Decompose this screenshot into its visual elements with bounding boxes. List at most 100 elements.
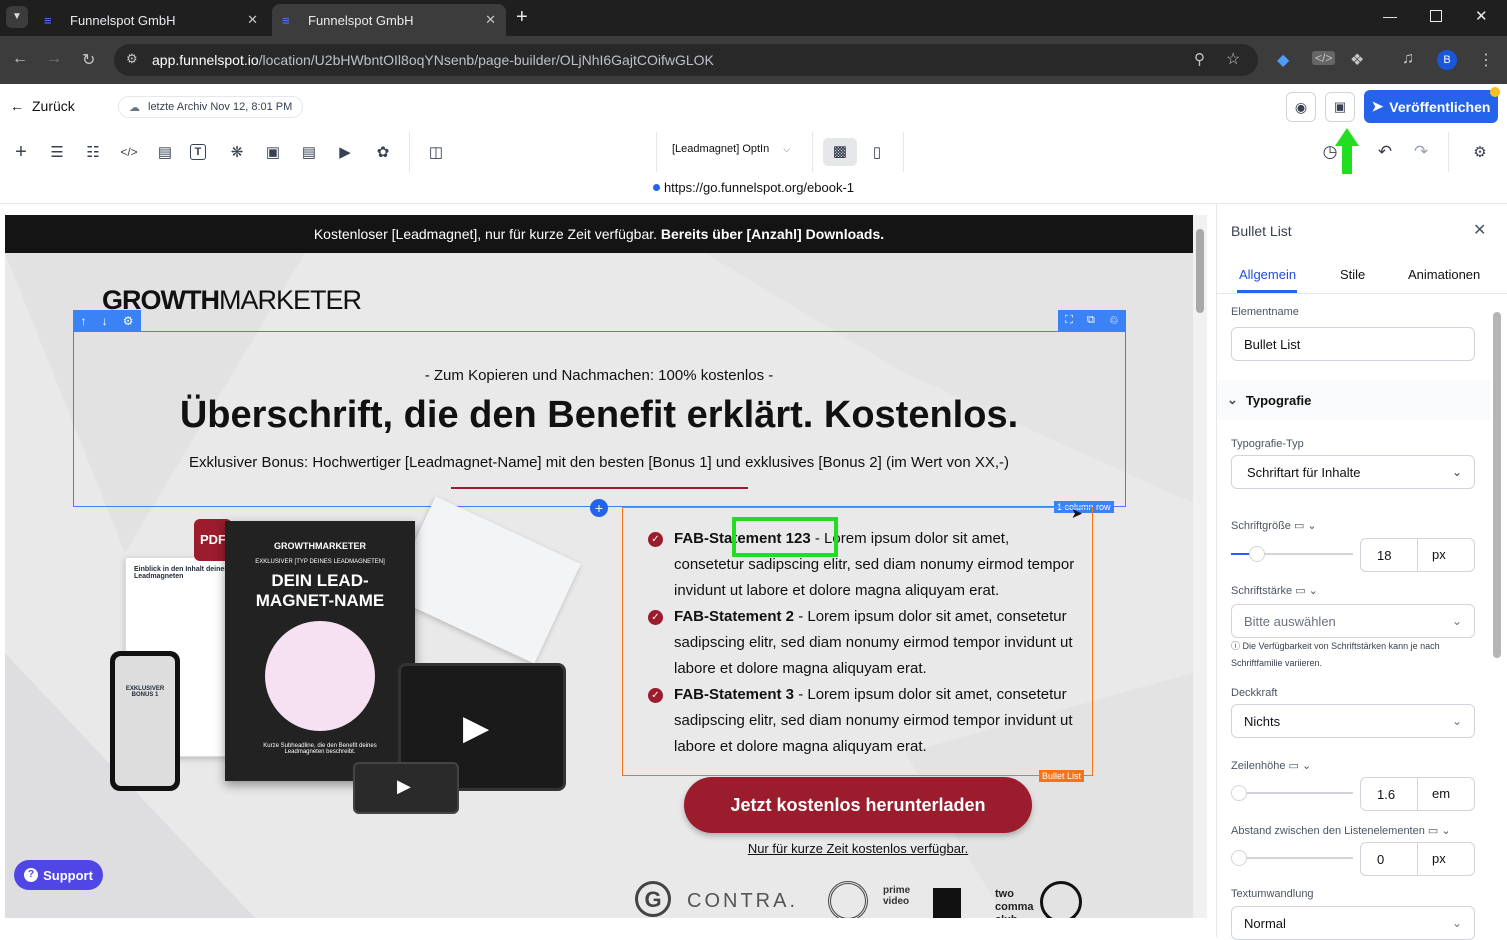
tab-search-button[interactable]: ▼ (6, 6, 28, 28)
cta-button[interactable]: Jetzt kostenlos herunterladen (684, 777, 1032, 833)
page-select[interactable]: [Leadmagnet] OptIn ⌵ (672, 143, 790, 155)
undo-icon[interactable]: ↶ (1374, 142, 1396, 162)
site-info-icon[interactable]: ⚙ (126, 51, 138, 67)
browser-tab-active[interactable]: ≡ Funnelspot GmbH ✕ (272, 4, 506, 36)
list-item[interactable]: ✓ FAB-Statement 2 - Lorem ipsum dolor si… (648, 604, 1080, 682)
deckkraft-select[interactable]: Nichts ⌄ (1231, 704, 1475, 738)
zoom-icon[interactable]: ⚲ (1194, 50, 1205, 68)
abstand-input[interactable]: 0 px (1360, 842, 1475, 876)
browser-tab[interactable]: ≡ Funnelspot GmbH ✕ (34, 4, 268, 36)
groesse-input[interactable]: 18 px (1360, 538, 1475, 572)
device-icon[interactable]: ▭ ⌄ (1294, 520, 1317, 532)
slider-knob[interactable] (1231, 850, 1247, 866)
ebook-caption: Kurze Subheadline, die den Benefit deine… (263, 743, 377, 755)
fullscreen-icon[interactable]: ⛶ (1065, 314, 1073, 327)
list-item[interactable]: ✓ FAB-Statement 3 - Lorem ipsum dolor si… (648, 682, 1080, 760)
address-bar[interactable]: ⚙ app.funnelspot.io/location/U2bHWbntOIl… (114, 44, 1258, 76)
pre-headline[interactable]: - Zum Kopieren und Nachmachen: 100% kost… (5, 367, 1193, 384)
product-mockup-image[interactable]: Einblick in den Inhalt deines Leadmagnet… (105, 496, 581, 815)
support-button[interactable]: ? Support (14, 860, 103, 890)
close-window-icon[interactable]: ✕ (1475, 7, 1488, 25)
subheadline[interactable]: Exklusiver Bonus: Hochwertiger [Leadmagn… (5, 454, 1193, 471)
reload-icon[interactable]: ↻ (82, 50, 95, 70)
canvas-scrollbar[interactable] (1193, 215, 1207, 918)
layers-icon[interactable]: ☰ (46, 142, 68, 162)
abstand-slider[interactable] (1231, 850, 1353, 866)
add-element-icon[interactable]: + (10, 141, 32, 163)
zeilen-unit[interactable]: em (1417, 778, 1450, 810)
typografie-section-header[interactable]: ⌄ Typografie (1217, 380, 1490, 420)
desktop-view-button[interactable]: ▩ (823, 138, 857, 166)
groesse-unit[interactable]: px (1417, 539, 1446, 571)
staerke-select[interactable]: Bitte auswählen ⌄ (1231, 604, 1475, 638)
media-control-icon[interactable]: ♫ (1402, 50, 1414, 68)
slider-knob[interactable] (1249, 546, 1265, 562)
close-tab-icon[interactable]: ✕ (485, 12, 496, 28)
slider-knob[interactable] (1231, 785, 1247, 801)
browser-menu-icon[interactable]: ⋮ (1478, 50, 1494, 70)
add-row-button[interactable]: + (590, 499, 608, 517)
page-canvas[interactable]: Kostenloser [Leadmagnet], nur für kurze … (5, 215, 1193, 918)
terminal-icon[interactable]: ▶ (334, 142, 356, 162)
scroll-thumb[interactable] (1493, 312, 1501, 658)
close-panel-icon[interactable]: ✕ (1473, 220, 1486, 240)
device-icon[interactable]: ▭ ⌄ (1289, 760, 1312, 772)
tab-animationen[interactable]: Animationen (1408, 267, 1480, 282)
tab-stile[interactable]: Stile (1340, 267, 1365, 282)
paint-roller-icon[interactable]: ▤ (154, 142, 176, 162)
pages-icon[interactable]: ☷ (82, 142, 104, 162)
tab-allgemein[interactable]: Allgemein (1239, 267, 1296, 282)
forward-arrow-icon[interactable]: → (46, 50, 62, 68)
deckkraft-label: Deckkraft (1231, 687, 1278, 699)
panel-scrollbar[interactable] (1490, 298, 1504, 937)
phone-mockup: EXKLUSIVER BONUS 1 (110, 651, 180, 791)
list-item[interactable]: ✓ FAB-Statement 123 - Lorem ipsum dolor … (648, 526, 1080, 604)
profile-avatar[interactable]: B (1437, 50, 1457, 70)
move-up-icon[interactable]: ↑ (81, 314, 87, 328)
headline[interactable]: Überschrift, die den Benefit erklärt. Ko… (5, 394, 1193, 437)
abstand-unit[interactable]: px (1417, 843, 1446, 875)
cookie-icon[interactable]: ✿ (372, 142, 394, 162)
minimize-window-icon[interactable]: — (1383, 8, 1397, 24)
video-small: ▶ (353, 762, 459, 814)
groesse-label: Schriftgröße ▭ ⌄ (1231, 519, 1317, 532)
back-button[interactable]: ← Zurück (10, 98, 75, 114)
settings-sliders-icon[interactable]: ⚙ (1469, 142, 1491, 162)
redo-icon[interactable]: ↷ (1410, 142, 1432, 162)
extensions-puzzle-icon[interactable]: ❖ (1350, 50, 1364, 70)
cta-subtext[interactable]: Nur für kurze Zeit kostenlos verfügbar. (684, 841, 1032, 856)
text-icon[interactable]: T (190, 144, 206, 160)
extension-icon[interactable]: ◆ (1277, 50, 1289, 70)
scroll-thumb[interactable] (1196, 229, 1204, 313)
bullet-list[interactable]: ✓ FAB-Statement 123 - Lorem ipsum dolor … (648, 526, 1080, 760)
groesse-slider[interactable] (1231, 546, 1353, 562)
back-arrow-icon[interactable]: ← (12, 50, 28, 68)
preview-url[interactable]: https://go.funnelspot.org/ebook-1 (664, 180, 854, 195)
preview-button[interactable]: ◉ (1286, 92, 1316, 122)
delete-trash-icon[interactable]: ♲ (1109, 314, 1119, 327)
row-settings-icon[interactable]: ⚙ (123, 314, 134, 328)
elementname-input[interactable]: Bullet List (1231, 327, 1475, 361)
form-search-icon[interactable]: ▤ (298, 142, 320, 162)
code-icon[interactable]: </> (118, 142, 140, 162)
publish-button[interactable]: ➤ Veröffentlichen (1364, 90, 1498, 123)
split-view-icon[interactable]: ◫ (425, 142, 447, 162)
save-button[interactable]: ▣ (1325, 92, 1355, 122)
components-icon[interactable]: ❋ (226, 142, 248, 162)
textum-select[interactable]: Normal ⌄ (1231, 906, 1475, 940)
bookmark-star-icon[interactable]: ☆ (1226, 49, 1240, 69)
typ-select[interactable]: Schriftart für Inhalte ⌄ (1231, 455, 1475, 489)
close-tab-icon[interactable]: ✕ (247, 12, 258, 28)
new-tab-button[interactable]: + (516, 6, 528, 29)
device-icon[interactable]: ▭ ⌄ (1428, 825, 1451, 837)
device-icon[interactable]: ▭ ⌄ (1295, 585, 1318, 597)
section-icon[interactable]: ▣ (262, 142, 284, 162)
maximize-window-icon[interactable] (1430, 10, 1442, 22)
duplicate-icon[interactable]: ⧉ (1087, 314, 1095, 327)
top-banner[interactable]: Kostenloser [Leadmagnet], nur für kurze … (5, 215, 1193, 253)
zeilen-slider[interactable] (1231, 785, 1353, 801)
mobile-view-icon[interactable]: ▯ (866, 142, 888, 162)
zeilen-input[interactable]: 1.6 em (1360, 777, 1475, 811)
move-down-icon[interactable]: ↓ (102, 314, 108, 328)
devtools-extension-icon[interactable]: </> (1312, 51, 1336, 65)
